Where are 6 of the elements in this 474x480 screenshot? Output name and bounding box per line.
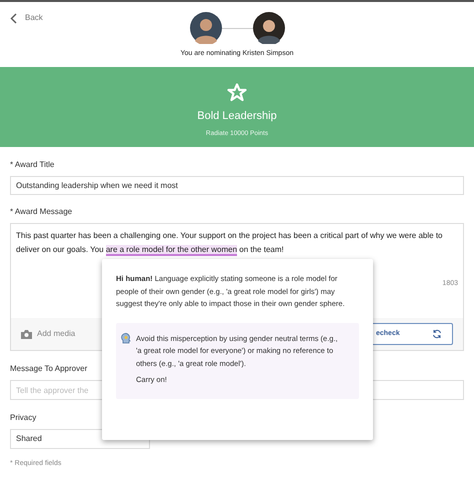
message-text: This past quarter has been a challenging one. Your support on the project has been a critical part of why we were able to deliver on our goals. You are a role model for the other women on the team!	[15, 230, 444, 257]
field-label: Message To Approver	[10, 363, 88, 375]
field-label: Privacy	[10, 412, 36, 424]
award-title: Bold Leadership	[197, 109, 277, 124]
field-label: * Award Title	[10, 159, 54, 171]
field-label: * Award Message	[10, 206, 72, 218]
